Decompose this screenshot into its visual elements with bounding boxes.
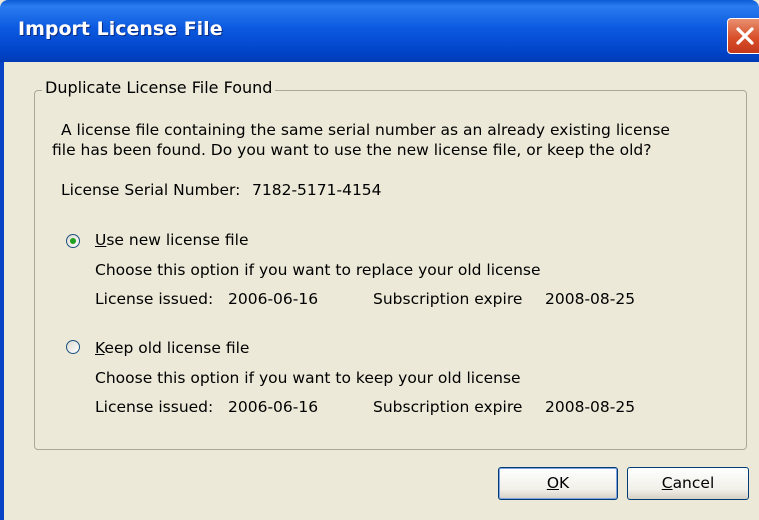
- use-new-license-radio[interactable]: [66, 234, 80, 248]
- serial-value: 7182-5171-4154: [252, 181, 382, 199]
- new-license-expire-value: 2008-08-25: [545, 290, 636, 308]
- ok-button[interactable]: OK: [498, 467, 618, 500]
- cancel-button[interactable]: Cancel: [627, 467, 749, 500]
- old-license-issued-value: 2006-06-16: [228, 398, 319, 416]
- new-license-expire-label: Subscription expire: [373, 290, 523, 308]
- message-line-1: A license file containing the same seria…: [61, 121, 670, 139]
- serial-label: License Serial Number:: [61, 181, 241, 199]
- old-license-expire-label: Subscription expire: [373, 398, 523, 416]
- radio-selected-dot: [70, 238, 76, 244]
- use-new-license-label[interactable]: Use new license file: [95, 231, 249, 249]
- close-button[interactable]: [727, 18, 759, 54]
- use-new-license-description: Choose this option if you want to replac…: [95, 261, 541, 279]
- old-license-issued-label: License issued:: [95, 398, 214, 416]
- group-legend: Duplicate License File Found: [42, 78, 276, 97]
- keep-old-license-radio[interactable]: [66, 340, 80, 354]
- old-license-expire-value: 2008-08-25: [545, 398, 636, 416]
- new-license-issued-value: 2006-06-16: [228, 290, 319, 308]
- window-frame: [0, 62, 4, 520]
- new-license-issued-label: License issued:: [95, 290, 214, 308]
- window-title: Import License File: [18, 18, 223, 40]
- keep-old-license-description: Choose this option if you want to keep y…: [95, 369, 521, 387]
- close-icon: [736, 27, 754, 45]
- keep-old-license-label[interactable]: Keep old license file: [95, 339, 249, 357]
- message-line-2: file has been found. Do you want to use …: [52, 141, 652, 159]
- title-bar[interactable]: Import License File: [0, 0, 759, 62]
